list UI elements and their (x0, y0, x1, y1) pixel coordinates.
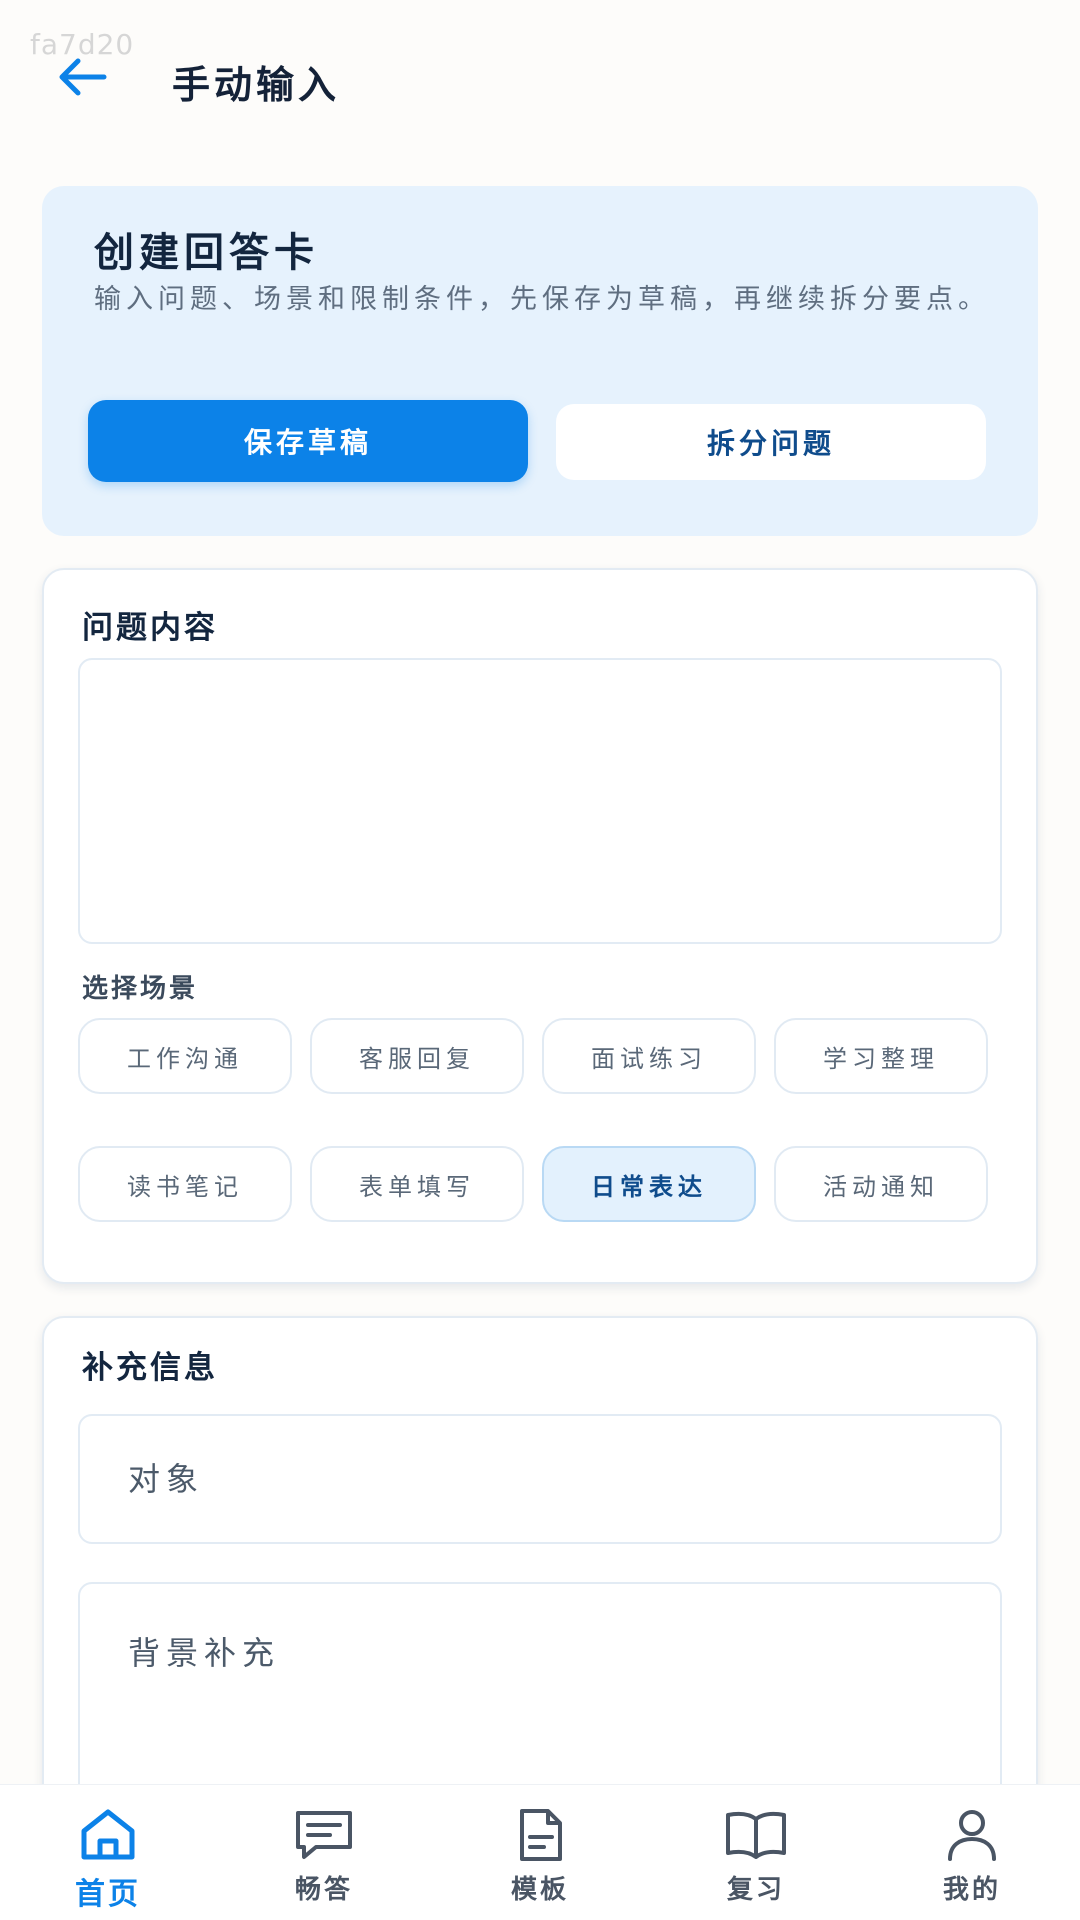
create-card-description: 输入问题、场景和限制条件，先保存为草稿，再继续拆分要点。 (94, 284, 990, 315)
nav-label-review: 复习 (726, 1875, 785, 1905)
nav-label-profile: 我的 (942, 1875, 1001, 1905)
scene-chip-event[interactable]: 活动通知 (774, 1146, 988, 1222)
supplement-section-title: 补充信息 (82, 1350, 218, 1386)
question-card: 问题内容 选择场景 工作沟通 客服回复 面试练习 学习整理 读书笔记 表单填写 … (42, 568, 1038, 1284)
top-bar: 手动输入 (0, 0, 1080, 150)
scene-chip-study[interactable]: 学习整理 (774, 1018, 988, 1094)
scene-chip-work[interactable]: 工作沟通 (78, 1018, 292, 1094)
chat-icon (296, 1811, 352, 1859)
back-button[interactable] (52, 52, 112, 102)
save-draft-button[interactable]: 保存草稿 (88, 400, 528, 482)
nav-item-review[interactable]: 复习 (676, 1785, 836, 1920)
nav-label-chat: 畅答 (294, 1875, 353, 1905)
nav-label-template: 模板 (510, 1875, 569, 1905)
page-title: 手动输入 (172, 63, 341, 107)
nav-item-template[interactable]: 模板 (460, 1785, 620, 1920)
split-question-button[interactable]: 拆分问题 (556, 404, 986, 480)
create-card-panel: 创建回答卡 输入问题、场景和限制条件，先保存为草稿，再继续拆分要点。 保存草稿 … (42, 186, 1038, 536)
scene-chip-reading[interactable]: 读书笔记 (78, 1146, 292, 1222)
scene-label: 选择场景 (82, 974, 199, 1004)
scene-chip-customer-service[interactable]: 客服回复 (310, 1018, 524, 1094)
home-icon (81, 1809, 135, 1860)
nav-label-home: 首页 (75, 1877, 141, 1912)
scene-chip-form[interactable]: 表单填写 (310, 1146, 524, 1222)
create-card-title: 创建回答卡 (94, 230, 319, 276)
question-content-input[interactable] (78, 658, 1002, 944)
user-icon (948, 1810, 996, 1861)
target-input[interactable] (78, 1414, 1002, 1544)
nav-item-home[interactable]: 首页 (28, 1785, 188, 1920)
book-icon (726, 1811, 786, 1859)
nav-item-profile[interactable]: 我的 (892, 1785, 1052, 1920)
question-section-title: 问题内容 (82, 610, 218, 646)
scene-chip-daily[interactable]: 日常表达 (542, 1146, 756, 1222)
scene-chip-interview[interactable]: 面试练习 (542, 1018, 756, 1094)
bottom-nav: 首页 畅答 模板 复习 我的 (0, 1784, 1080, 1920)
nav-item-chat[interactable]: 畅答 (244, 1785, 404, 1920)
document-icon (520, 1809, 562, 1861)
arrow-left-icon (59, 58, 107, 96)
